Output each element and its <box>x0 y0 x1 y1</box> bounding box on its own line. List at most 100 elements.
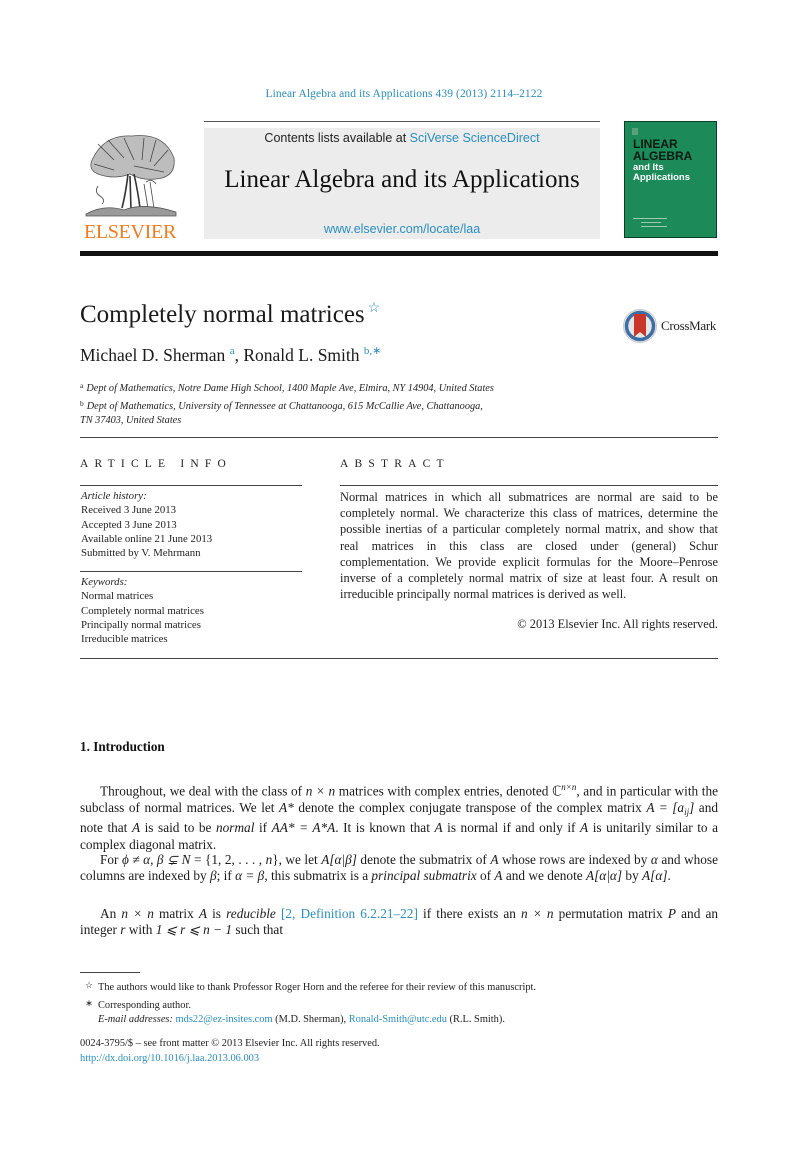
affiliation-item: a Dept of Mathematics, Notre Dame High Sc… <box>80 379 540 397</box>
journal-cover[interactable]: LINEAR ALGEBRA and Its Applications <box>624 121 717 238</box>
text-run: if there exists an <box>417 906 522 921</box>
affiliations: a Dept of Mathematics, Notre Dame High Sc… <box>80 379 540 429</box>
math-inline: 1 ⩽ r ⩽ n − 1 <box>155 922 233 938</box>
math-inline: A[α|α] <box>586 868 623 884</box>
header-rule <box>80 437 718 438</box>
article-history-label: Article history: <box>81 490 147 502</box>
contents-prefix: Contents lists available at <box>264 131 410 145</box>
math-inline: ϕ ≠ α, β ⊊ N <box>121 852 191 867</box>
history-item: Accepted 3 June 2013 <box>81 518 177 531</box>
article-title-text: Completely normal matrices <box>80 301 365 328</box>
footnote-text: The authors would like to thank Professo… <box>98 982 537 993</box>
math-inline: n × n <box>521 906 554 921</box>
sciencedirect-link[interactable]: SciVerse ScienceDirect <box>410 131 540 145</box>
masthead-thick-rule <box>80 251 718 256</box>
math-inline: A[α|β] <box>321 852 357 867</box>
cover-title: LINEAR ALGEBRA <box>633 138 692 162</box>
history-item: Available online 21 June 2013 <box>81 532 213 545</box>
text-run: , this submatrix is a <box>264 868 372 884</box>
elsevier-logo[interactable]: ELSEVIER <box>80 130 182 243</box>
abstract-heading: ABSTRACT <box>340 458 450 470</box>
math-superscript: n×n <box>561 782 577 792</box>
doi-link[interactable]: http://dx.doi.org/10.1016/j.laa.2013.06.… <box>80 1053 259 1064</box>
math-inline: n × n <box>121 906 154 921</box>
affiliation-item: TN 37403, United States <box>80 414 540 429</box>
math-inline: AA* = A*A <box>271 820 336 836</box>
text-run: matrix <box>153 906 199 921</box>
text-run: Throughout, we deal with the class of <box>100 783 306 799</box>
author-name: Michael D. Sherman <box>80 345 226 365</box>
section-heading-introduction: 1. Introduction <box>80 739 165 754</box>
author-affiliation-link[interactable]: b,∗ <box>364 345 381 357</box>
front-matter: 0024-3795/$ – see front matter © 2013 El… <box>80 1037 380 1066</box>
affiliation-text: Dept of Mathematics, Notre Dame High Sch… <box>86 383 494 394</box>
journal-url-link[interactable]: www.elsevier.com/locate/laa <box>204 222 600 236</box>
author-name: Ronald L. Smith <box>243 345 360 365</box>
citation-link[interactable]: [2, Definition 6.2.21–22] <box>281 906 418 921</box>
email-owner: (R.L. Smith). <box>446 1014 505 1026</box>
body-paragraph: An n × n matrix A is reducible [2, Defin… <box>80 906 718 938</box>
email-link[interactable]: Ronald-Smith@utc.edu <box>349 1014 447 1025</box>
text-run: is normal if and only if <box>442 820 581 836</box>
text-run: is said to be <box>140 820 216 836</box>
math-inline: A <box>131 820 141 836</box>
footnotes: ☆ The authors would like to thank Profess… <box>80 978 720 1028</box>
body-paragraph: Throughout, we deal with the class of n … <box>80 779 718 853</box>
text-run: such that <box>232 922 284 938</box>
email-link[interactable]: mds22@ez-insites.com <box>176 1014 273 1025</box>
article-history: Article history: Received 3 June 2013 Ac… <box>81 489 212 560</box>
text-run: An <box>100 906 122 921</box>
masthead-top-rule <box>204 121 600 122</box>
crossmark-button[interactable]: CrossMark <box>622 308 722 346</box>
history-item: Received 3 June 2013 <box>81 504 177 517</box>
crossmark-icon <box>623 309 657 343</box>
math-inline: α <box>650 852 658 867</box>
text-run: permutation matrix <box>553 906 668 921</box>
math-inline: A* <box>279 799 294 815</box>
keyword-item: Completely normal matrices <box>81 604 204 617</box>
text-run: by <box>622 868 643 884</box>
cover-subtitle: and Its Applications <box>633 163 690 183</box>
text-run: For <box>100 852 122 867</box>
abstract-rule <box>340 485 718 486</box>
math-inline: A = [a <box>646 799 685 815</box>
text-run: and we denote <box>502 868 586 884</box>
keyword-item: Irreducible matrices <box>81 633 168 646</box>
keyword-item: Principally normal matrices <box>81 618 201 631</box>
elsevier-wordmark: ELSEVIER <box>83 221 177 243</box>
title-footnote-star-link[interactable]: ☆ <box>368 301 381 316</box>
keywords-rule <box>80 571 302 572</box>
footnote-item: ☆ The authors would like to thank Profess… <box>80 978 720 996</box>
text-run: whose rows are indexed by <box>498 852 651 867</box>
math-inline: ℂ <box>552 783 562 799</box>
footnote-star-mark: ☆ <box>84 980 94 990</box>
text-run: denote the submatrix of <box>356 852 491 867</box>
article-title: Completely normal matrices ☆ <box>80 300 380 329</box>
text-run: = {1, 2, . . . , <box>190 852 266 867</box>
abstract-copyright: © 2013 Elsevier Inc. All rights reserved… <box>517 617 718 631</box>
math-inline: P <box>667 906 677 921</box>
body-paragraph: For ϕ ≠ α, β ⊊ N = {1, 2, . . . , n}, we… <box>80 852 718 884</box>
masthead-box: Contents lists available at SciVerse Sci… <box>204 128 600 239</box>
affiliation-mark: a <box>80 381 84 390</box>
running-head[interactable]: Linear Algebra and its Applications 439 … <box>0 88 808 100</box>
text-run: if <box>254 820 272 836</box>
affiliation-text: Dept of Mathematics, University of Tenne… <box>86 400 483 412</box>
cover-fine-print <box>633 218 667 219</box>
affiliation-mark: b <box>80 398 84 408</box>
text-run: denote the complex conjugate transpose o… <box>293 799 647 815</box>
affiliation-text: TN 37403, United States <box>80 415 182 427</box>
cover-publisher-icon <box>632 128 638 135</box>
text-run: . It is known that <box>335 820 435 836</box>
abstract-text: Normal matrices in which all submatrices… <box>340 490 718 602</box>
cover-title-line2: ALGEBRA <box>633 149 693 163</box>
emphasis: principal submatrix <box>371 868 477 884</box>
text-run: matrices with complex entries, denoted <box>335 783 552 799</box>
article-info-rule <box>80 485 302 486</box>
issn-line: 0024-3795/$ – see front matter © 2013 El… <box>80 1038 380 1049</box>
text-run: is <box>206 906 227 921</box>
cover-fine-print <box>641 222 661 223</box>
math-inline: A <box>434 820 443 836</box>
footnote-rule <box>80 972 140 973</box>
math-inline: n × n <box>305 783 336 799</box>
